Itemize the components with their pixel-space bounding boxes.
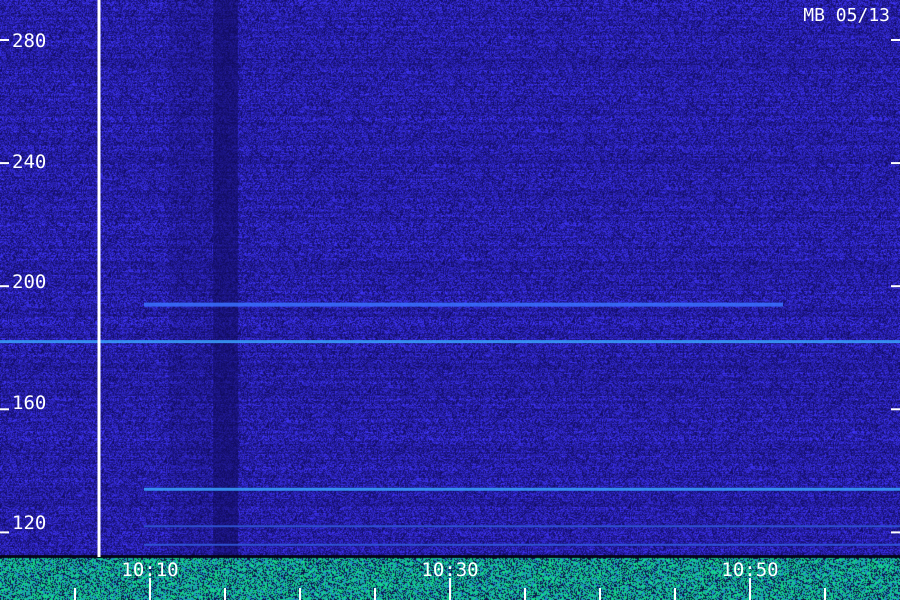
y-tick-label: 120: [12, 512, 47, 534]
x-tick-label: 10:10: [121, 559, 179, 581]
station-label: MB 05/13: [803, 5, 890, 26]
x-tick-label: 10:30: [421, 559, 479, 581]
y-tick-label: 160: [12, 392, 47, 414]
spectrogram-overlay: [0, 0, 900, 600]
y-tick-label: 240: [12, 151, 47, 173]
spectrogram-panel: 280 240 200 160 120 10:10 10:30 10:50 MB…: [0, 0, 900, 600]
y-tick-label: 280: [12, 30, 47, 52]
y-tick-label: 200: [12, 271, 47, 293]
x-tick-label: 10:50: [721, 559, 779, 581]
